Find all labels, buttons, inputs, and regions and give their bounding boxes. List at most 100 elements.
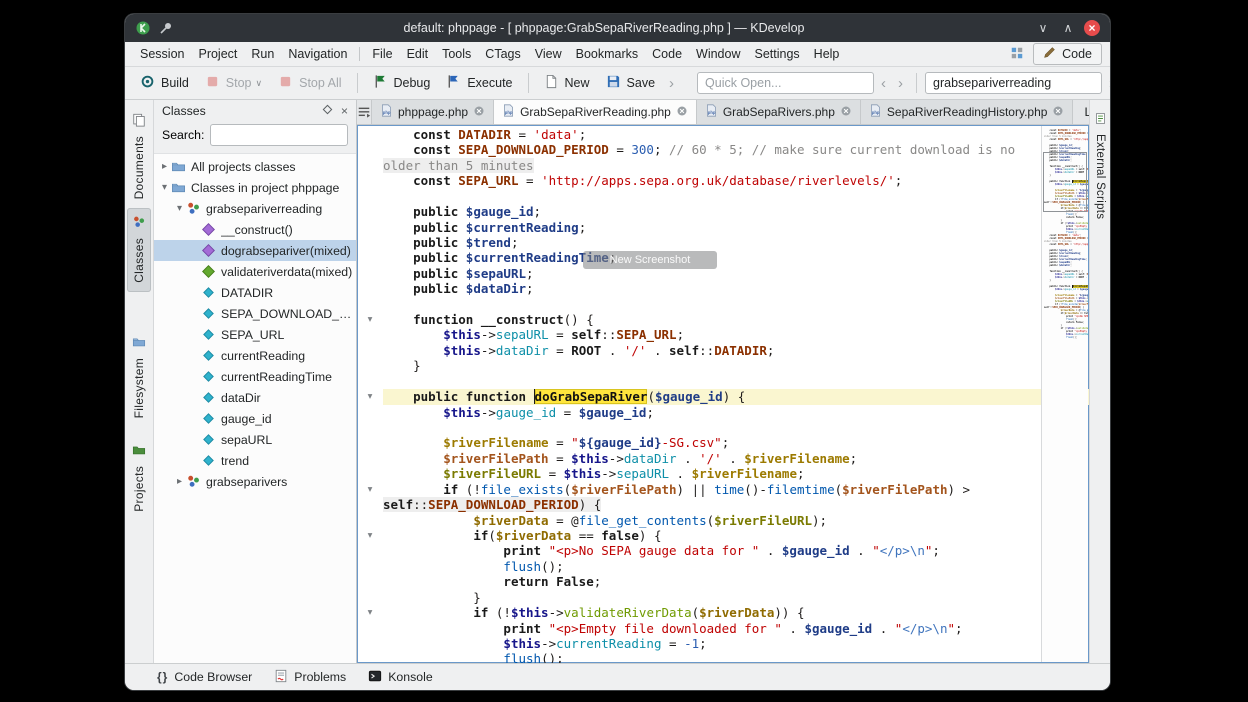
tree-item-currentreading[interactable]: currentReading [154,345,356,366]
minimap[interactable]: const DATADIR = 'data'; const SEPA_DOWNL… [1041,126,1088,662]
code-line[interactable]: print "<p>Empty file downloaded for " . … [357,621,1089,636]
search-next-icon[interactable]: › [1104,76,1110,91]
search-input[interactable] [925,72,1102,94]
code-line[interactable]: ▾ if (!$this->validateRiverData($riverDa… [357,605,1089,620]
code-line[interactable]: ▾ function __construct() { [357,312,1089,327]
save-menu-chevron-icon[interactable]: › [664,76,679,91]
tree-item-gauge-id[interactable]: gauge_id [154,408,356,429]
problems-button[interactable]: Problems [266,666,354,689]
menu-edit[interactable]: Edit [400,44,436,64]
fold-marker-icon[interactable]: ▾ [357,528,383,543]
expander-closed-icon[interactable]: ▸ [158,161,171,172]
titlebar[interactable]: default: phppage - [ phppage:GrabSepaRiv… [125,14,1110,42]
editor-tab-grabseparivers-php[interactable]: phpGrabSepaRivers.php [697,100,861,124]
expander-open-icon[interactable]: ▾ [158,182,171,193]
tree-item-grabseparivers[interactable]: ▸grabseparivers [154,471,356,492]
menu-run[interactable]: Run [244,44,281,64]
code-line[interactable]: public $gauge_id; [357,204,1089,219]
editor-tab-separiverreadinghistory-php[interactable]: phpSepaRiverReadingHistory.php [861,100,1074,124]
code-line[interactable]: $riverData = @file_get_contents($riverFi… [357,513,1089,528]
menu-window[interactable]: Window [689,44,747,64]
menu-settings[interactable]: Settings [748,44,807,64]
code-line[interactable]: public $sepaURL; [357,266,1089,281]
tree-item-sepaurl[interactable]: sepaURL [154,429,356,450]
tree-item-currentreadingtime[interactable]: currentReadingTime [154,366,356,387]
code-line[interactable]: self::SEPA_DOWNLOAD_PERIOD) { [357,497,1089,512]
code-line[interactable]: flush(); [357,651,1089,663]
code-line[interactable]: const SEPA_DOWNLOAD_PERIOD = 300; // 60 … [357,142,1089,157]
stop-button[interactable]: Stop ∨ [198,70,269,96]
code-line[interactable]: ▾ if($riverData == false) { [357,528,1089,543]
tab-close-icon[interactable] [676,105,688,120]
tree-item-validateriverdata-mixed[interactable]: validateriverdata(mixed) [154,261,356,282]
classes-search-input[interactable] [210,124,348,146]
tree-item-classes-in-project-phppage[interactable]: ▾Classes in project phppage [154,177,356,198]
dock-tab-projects[interactable]: Projects [127,436,151,521]
debug-button[interactable]: Debug [366,70,438,96]
code-line[interactable] [357,297,1089,312]
document-list-icon[interactable] [357,100,372,124]
code-line[interactable] [357,189,1089,204]
pin-icon[interactable] [158,20,174,36]
code-line[interactable]: $riverFilePath = $this->dataDir . '/' . … [357,451,1089,466]
dock-tab-external-scripts[interactable]: External Scripts [1094,112,1107,219]
menu-navigation[interactable]: Navigation [281,44,354,64]
close-panel-icon[interactable]: × [341,104,348,118]
code-line[interactable]: $this->sepaURL = self::SEPA_URL; [357,327,1089,342]
menu-ctags[interactable]: CTags [478,44,527,64]
tree-item-all-projects-classes[interactable]: ▸All projects classes [154,156,356,177]
code-area-button[interactable]: Code [1033,43,1102,65]
tab-close-icon[interactable] [840,105,852,120]
dock-tab-documents[interactable]: Documents [127,106,151,208]
code-line[interactable]: public $currentReading; [357,220,1089,235]
code-view[interactable]: const DATADIR = 'data'; const SEPA_DOWNL… [357,125,1089,663]
code-browser-button[interactable]: {} Code Browser [149,667,260,687]
nav-back-icon[interactable]: ‹ [876,76,891,91]
float-panel-icon[interactable] [322,104,333,118]
expander-closed-icon[interactable]: ▸ [173,476,186,487]
code-line[interactable]: ▾ if (!file_exists($riverFilePath) || ti… [357,482,1089,497]
nav-forward-icon[interactable]: › [893,76,908,91]
area-grid-icon[interactable] [1010,46,1024,63]
code-line[interactable]: public $dataDir; [357,281,1089,296]
menu-code[interactable]: Code [645,44,689,64]
code-line[interactable]: public $trend; [357,235,1089,250]
code-line[interactable]: } [357,358,1089,373]
menu-tools[interactable]: Tools [435,44,478,64]
new-button[interactable]: New [537,70,597,96]
build-button[interactable]: Build [133,70,196,96]
tree-item-datadir[interactable]: DATADIR [154,282,356,303]
konsole-button[interactable]: Konsole [360,666,440,689]
code-line[interactable]: } [357,590,1089,605]
fold-marker-icon[interactable]: ▾ [357,389,383,404]
tab-close-icon[interactable] [1052,105,1064,120]
code-line[interactable]: $this->gauge_id = $gauge_id; [357,405,1089,420]
code-line[interactable] [357,374,1089,389]
code-line[interactable]: $this->dataDir = ROOT . '/' . self::DATA… [357,343,1089,358]
tree-item-trend[interactable]: trend [154,450,356,471]
tree-item-datadir[interactable]: dataDir [154,387,356,408]
code-line[interactable]: const DATADIR = 'data'; [357,127,1089,142]
fold-marker-icon[interactable]: ▾ [357,605,383,620]
code-line[interactable]: public $currentReadingTime; [357,250,1089,265]
tree-item-sepa-download-period[interactable]: SEPA_DOWNLOAD_PERIOD [154,303,356,324]
menu-bookmarks[interactable]: Bookmarks [569,44,646,64]
execute-button[interactable]: Execute [439,70,519,96]
code-line[interactable]: older than 5 minutes [357,158,1089,173]
code-line[interactable]: $this->currentReading = -1; [357,636,1089,651]
editor-tab-phppage-php[interactable]: phpphppage.php [372,100,494,124]
editor-tab-grabsepariverreading-php[interactable]: phpGrabSepaRiverReading.php [494,100,697,124]
minimize-icon[interactable]: ∨ [1034,19,1052,37]
fold-marker-icon[interactable]: ▾ [357,482,383,497]
tree-item-construct[interactable]: __construct() [154,219,356,240]
minimap-viewport[interactable] [1043,152,1087,212]
code-line[interactable]: ▾ public function doGrabSepaRiver($gauge… [357,389,1089,404]
stop-all-button[interactable]: Stop All [271,70,348,96]
menu-view[interactable]: View [528,44,569,64]
code-line[interactable]: $riverFileURL = $this->sepaURL . $riverF… [357,466,1089,481]
expander-open-icon[interactable]: ▾ [173,203,186,214]
dock-tab-filesystem[interactable]: Filesystem [127,328,151,427]
tree-item-grabsepariverreading[interactable]: ▾grabsepariverreading [154,198,356,219]
tree-item-sepa-url[interactable]: SEPA_URL [154,324,356,345]
menu-help[interactable]: Help [807,44,847,64]
